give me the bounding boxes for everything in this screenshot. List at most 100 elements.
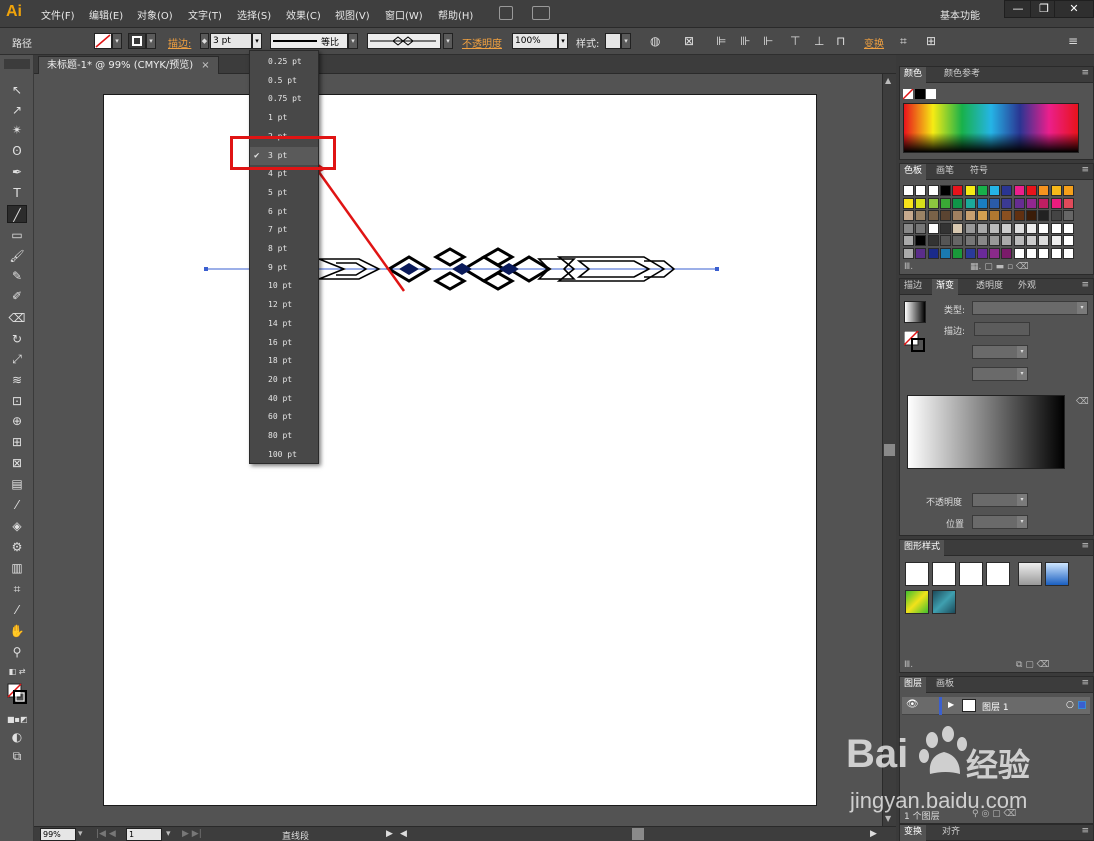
horizontal-scroll-thumb[interactable] xyxy=(632,828,644,840)
gradient-slider-bar[interactable] xyxy=(907,395,1065,469)
swatch-chip[interactable] xyxy=(903,197,914,209)
brush-definition[interactable] xyxy=(367,33,441,49)
stroke-option[interactable]: 1 pt xyxy=(250,109,318,127)
color-mode-icons[interactable]: ■▪◩ xyxy=(7,711,28,729)
paintbrush-tool-icon[interactable]: 🖌 xyxy=(7,247,27,265)
swatch-chip[interactable] xyxy=(1001,185,1013,196)
eraser-tool-icon[interactable]: ⌫ xyxy=(7,309,27,327)
menu-help[interactable]: 帮助(H) xyxy=(438,7,473,22)
eyedropper-tool-icon[interactable]: ⁄ xyxy=(7,496,27,514)
opacity-dropdown[interactable]: ▾ xyxy=(558,33,568,49)
swatch-chip[interactable] xyxy=(927,185,939,196)
gradient-opacity-field[interactable]: ▾ xyxy=(972,493,1028,507)
gradient-type-select[interactable]: ▾ xyxy=(972,301,1088,315)
swatch-chip[interactable] xyxy=(1026,235,1037,246)
fill-swatch[interactable] xyxy=(94,33,112,49)
vertical-scroll-thumb[interactable] xyxy=(884,444,895,456)
stroke-swatch[interactable] xyxy=(128,33,146,49)
swatch-chip[interactable] xyxy=(989,247,1001,259)
tab-swatches[interactable]: 色板 xyxy=(900,164,927,180)
graphic-style-none[interactable] xyxy=(932,562,956,586)
swatch-chip[interactable] xyxy=(903,210,914,221)
graphic-style-teal-pattern[interactable] xyxy=(932,590,956,614)
layer-target-icon[interactable]: ○ xyxy=(1066,700,1074,710)
tab-stroke[interactable]: 描边 xyxy=(900,279,926,295)
graphic-style-green-pattern[interactable] xyxy=(905,590,929,614)
swatch-chip[interactable] xyxy=(939,235,951,246)
tab-color-guide[interactable]: 颜色参考 xyxy=(940,67,984,83)
menu-select[interactable]: 选择(S) xyxy=(237,7,271,22)
hand-tool-icon[interactable]: ✋ xyxy=(7,622,27,640)
gradient-preview-swatch[interactable] xyxy=(904,301,926,323)
swatch-chip[interactable] xyxy=(1013,185,1025,196)
gradient-fill-stroke-icon[interactable] xyxy=(904,331,926,353)
swatch-chip[interactable] xyxy=(952,222,964,234)
canvas-area[interactable] xyxy=(34,74,882,826)
swatch-library-icon[interactable]: Ⅲ. xyxy=(904,262,913,272)
tab-gradient[interactable]: 渐变 xyxy=(932,279,959,295)
stroke-option[interactable]: 6 pt xyxy=(250,203,318,221)
swatch-chip[interactable] xyxy=(915,247,927,259)
swatch-chip[interactable] xyxy=(1026,197,1037,209)
swatch-chip[interactable] xyxy=(952,197,964,209)
swatch-chip[interactable] xyxy=(964,197,976,209)
transform-link[interactable]: 变换 xyxy=(864,35,884,50)
align-to-icon[interactable]: ⊠ xyxy=(684,34,694,48)
tab-symbols[interactable]: 符号 xyxy=(966,164,992,180)
selection-tool-icon[interactable]: ↖ xyxy=(7,81,27,99)
swatch-chip[interactable] xyxy=(903,235,914,246)
graphic-styles-menu-icon[interactable]: ≡ xyxy=(1081,541,1089,551)
swatch-chip[interactable] xyxy=(976,210,988,221)
stroke-option[interactable]: 60 pt xyxy=(250,408,318,426)
stroke-option[interactable]: 14 pt xyxy=(250,315,318,333)
tab-transparency[interactable]: 透明度 xyxy=(972,279,1007,295)
swatch-chip[interactable] xyxy=(903,185,914,196)
graphic-style-soft[interactable] xyxy=(1018,562,1042,586)
delete-stop-icon[interactable]: ⌫ xyxy=(1076,397,1089,407)
swatch-chip[interactable] xyxy=(927,222,939,234)
layers-panel-menu-icon[interactable]: ≡ xyxy=(1081,678,1089,688)
gradient-aspect-field[interactable]: ▾ xyxy=(972,367,1028,381)
swatch-chip[interactable] xyxy=(915,210,927,221)
graphic-style-shadow[interactable] xyxy=(986,562,1010,586)
swatch-chip[interactable] xyxy=(1026,210,1037,221)
variable-width-profile[interactable]: 等比 xyxy=(270,33,348,49)
menu-file[interactable]: 文件(F) xyxy=(41,7,75,22)
align-bottom-icon[interactable]: ⊓ xyxy=(836,34,845,48)
swatch-chip[interactable] xyxy=(1013,210,1025,221)
zoom-level-input[interactable]: 99% xyxy=(40,828,76,841)
symbol-sprayer-tool-icon[interactable]: ⚙ xyxy=(7,538,27,556)
stroke-option[interactable]: 12 pt xyxy=(250,296,318,314)
rotate-tool-icon[interactable]: ↻ xyxy=(7,330,27,348)
scroll-down-icon[interactable]: ▼ xyxy=(885,814,891,823)
swatch-chip[interactable] xyxy=(1050,222,1062,234)
swatch-chip[interactable] xyxy=(976,235,988,246)
tab-brushes[interactable]: 画笔 xyxy=(932,164,958,180)
arrange-documents-icon[interactable] xyxy=(532,6,550,20)
swatch-chip[interactable] xyxy=(927,235,939,246)
anchor-point-start[interactable] xyxy=(204,267,208,271)
graphic-style-swatch[interactable] xyxy=(605,33,621,49)
swatch-chip[interactable] xyxy=(903,247,914,259)
default-colors-icon[interactable]: ◧ ⇄ xyxy=(7,663,27,681)
profile-dropdown-arrow[interactable]: ▾ xyxy=(348,33,358,49)
tab-color[interactable]: 颜色 xyxy=(900,67,927,83)
stroke-option[interactable]: 40 pt xyxy=(250,390,318,408)
stroke-weight-input[interactable]: 3 pt xyxy=(210,33,252,49)
magic-wand-tool-icon[interactable]: ✴ xyxy=(7,121,27,139)
swatch-chip[interactable] xyxy=(1013,197,1025,209)
swatch-chip[interactable] xyxy=(952,185,964,196)
stroke-weight-dropdown[interactable]: ▾ xyxy=(252,33,262,49)
line-segment-tool-icon[interactable]: ╱ xyxy=(7,205,27,223)
swatch-chip[interactable] xyxy=(915,185,927,196)
tab-transform[interactable]: 变换 xyxy=(900,825,927,841)
zoom-dropdown-arrow[interactable]: ▾ xyxy=(78,829,83,839)
more-options-icon[interactable]: ⊞ xyxy=(926,34,936,48)
artboard[interactable] xyxy=(103,94,817,806)
swatch-chip[interactable] xyxy=(1050,235,1062,246)
opacity-input[interactable]: 100% xyxy=(512,33,558,49)
gradient-panel-menu-icon[interactable]: ≡ xyxy=(1081,280,1089,290)
color-none-white-black-icons[interactable] xyxy=(903,89,939,101)
swatch-chip[interactable] xyxy=(976,185,988,196)
pencil-tool-icon[interactable]: ✎ xyxy=(7,267,27,285)
